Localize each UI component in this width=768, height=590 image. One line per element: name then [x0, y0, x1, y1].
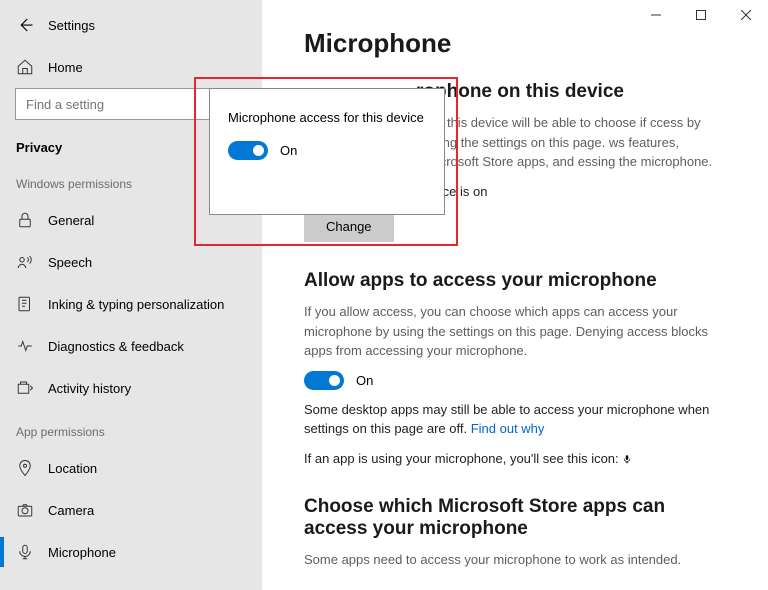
- settings-title: Settings: [48, 18, 95, 33]
- section-body: If you allow access, you can choose whic…: [304, 302, 728, 361]
- nav-label: Home: [48, 60, 83, 75]
- page-title: Microphone: [304, 28, 728, 59]
- nav-label: Speech: [48, 255, 92, 270]
- desktop-apps-note: Some desktop apps may still be able to a…: [304, 400, 728, 439]
- camera-icon: [16, 501, 34, 519]
- activity-icon: [16, 379, 34, 397]
- sidebar-header: Settings: [0, 8, 262, 46]
- allow-apps-toggle[interactable]: On: [304, 371, 728, 390]
- microphone-status-icon: [622, 452, 632, 466]
- sidebar-item-speech[interactable]: Speech: [0, 241, 262, 283]
- diagnostics-icon: [16, 337, 34, 355]
- nav-label: General: [48, 213, 94, 228]
- toggle-track[interactable]: [304, 371, 344, 390]
- change-button[interactable]: Change: [304, 211, 394, 242]
- location-icon: [16, 459, 34, 477]
- nav-label: Diagnostics & feedback: [48, 339, 184, 354]
- toggle-track[interactable]: [228, 141, 268, 160]
- sidebar-item-microphone[interactable]: Microphone: [0, 531, 262, 573]
- nav-label: Activity history: [48, 381, 131, 396]
- microphone-icon: [16, 543, 34, 561]
- window-controls: [633, 0, 768, 30]
- group-app-permissions: App permissions: [0, 409, 262, 447]
- toggle-label: On: [280, 143, 297, 158]
- back-icon[interactable]: [16, 16, 34, 34]
- mic-icon-note: If an app is using your microphone, you'…: [304, 449, 728, 469]
- lock-icon: [16, 211, 34, 229]
- sidebar-item-diagnostics[interactable]: Diagnostics & feedback: [0, 325, 262, 367]
- speech-icon: [16, 253, 34, 271]
- home-icon: [16, 58, 34, 76]
- minimize-button[interactable]: [633, 0, 678, 30]
- close-button[interactable]: [723, 0, 768, 30]
- nav-label: Location: [48, 461, 97, 476]
- nav-label: Camera: [48, 503, 94, 518]
- nav-label: Inking & typing personalization: [48, 297, 224, 312]
- section-heading: Allow apps to access your microphone: [304, 270, 728, 292]
- toggle-label: On: [356, 373, 373, 388]
- device-access-toggle[interactable]: On: [228, 141, 426, 160]
- inking-icon: [16, 295, 34, 313]
- section-choose-apps: Choose which Microsoft Store apps can ac…: [304, 496, 728, 570]
- sidebar-item-inking[interactable]: Inking & typing personalization: [0, 283, 262, 325]
- nav-label: Microphone: [48, 545, 116, 560]
- section-heading: Choose which Microsoft Store apps can ac…: [304, 496, 728, 540]
- flyout-title: Microphone access for this device: [228, 109, 426, 127]
- maximize-button[interactable]: [678, 0, 723, 30]
- sidebar-item-location[interactable]: Location: [0, 447, 262, 489]
- find-out-why-link[interactable]: Find out why: [471, 421, 545, 436]
- device-access-flyout: Microphone access for this device On: [209, 88, 445, 215]
- sidebar-item-activity[interactable]: Activity history: [0, 367, 262, 409]
- sidebar-item-home[interactable]: Home: [0, 46, 262, 88]
- section-body: Some apps need to access your microphone…: [304, 550, 728, 570]
- section-allow-apps: Allow apps to access your microphone If …: [304, 270, 728, 468]
- sidebar-item-camera[interactable]: Camera: [0, 489, 262, 531]
